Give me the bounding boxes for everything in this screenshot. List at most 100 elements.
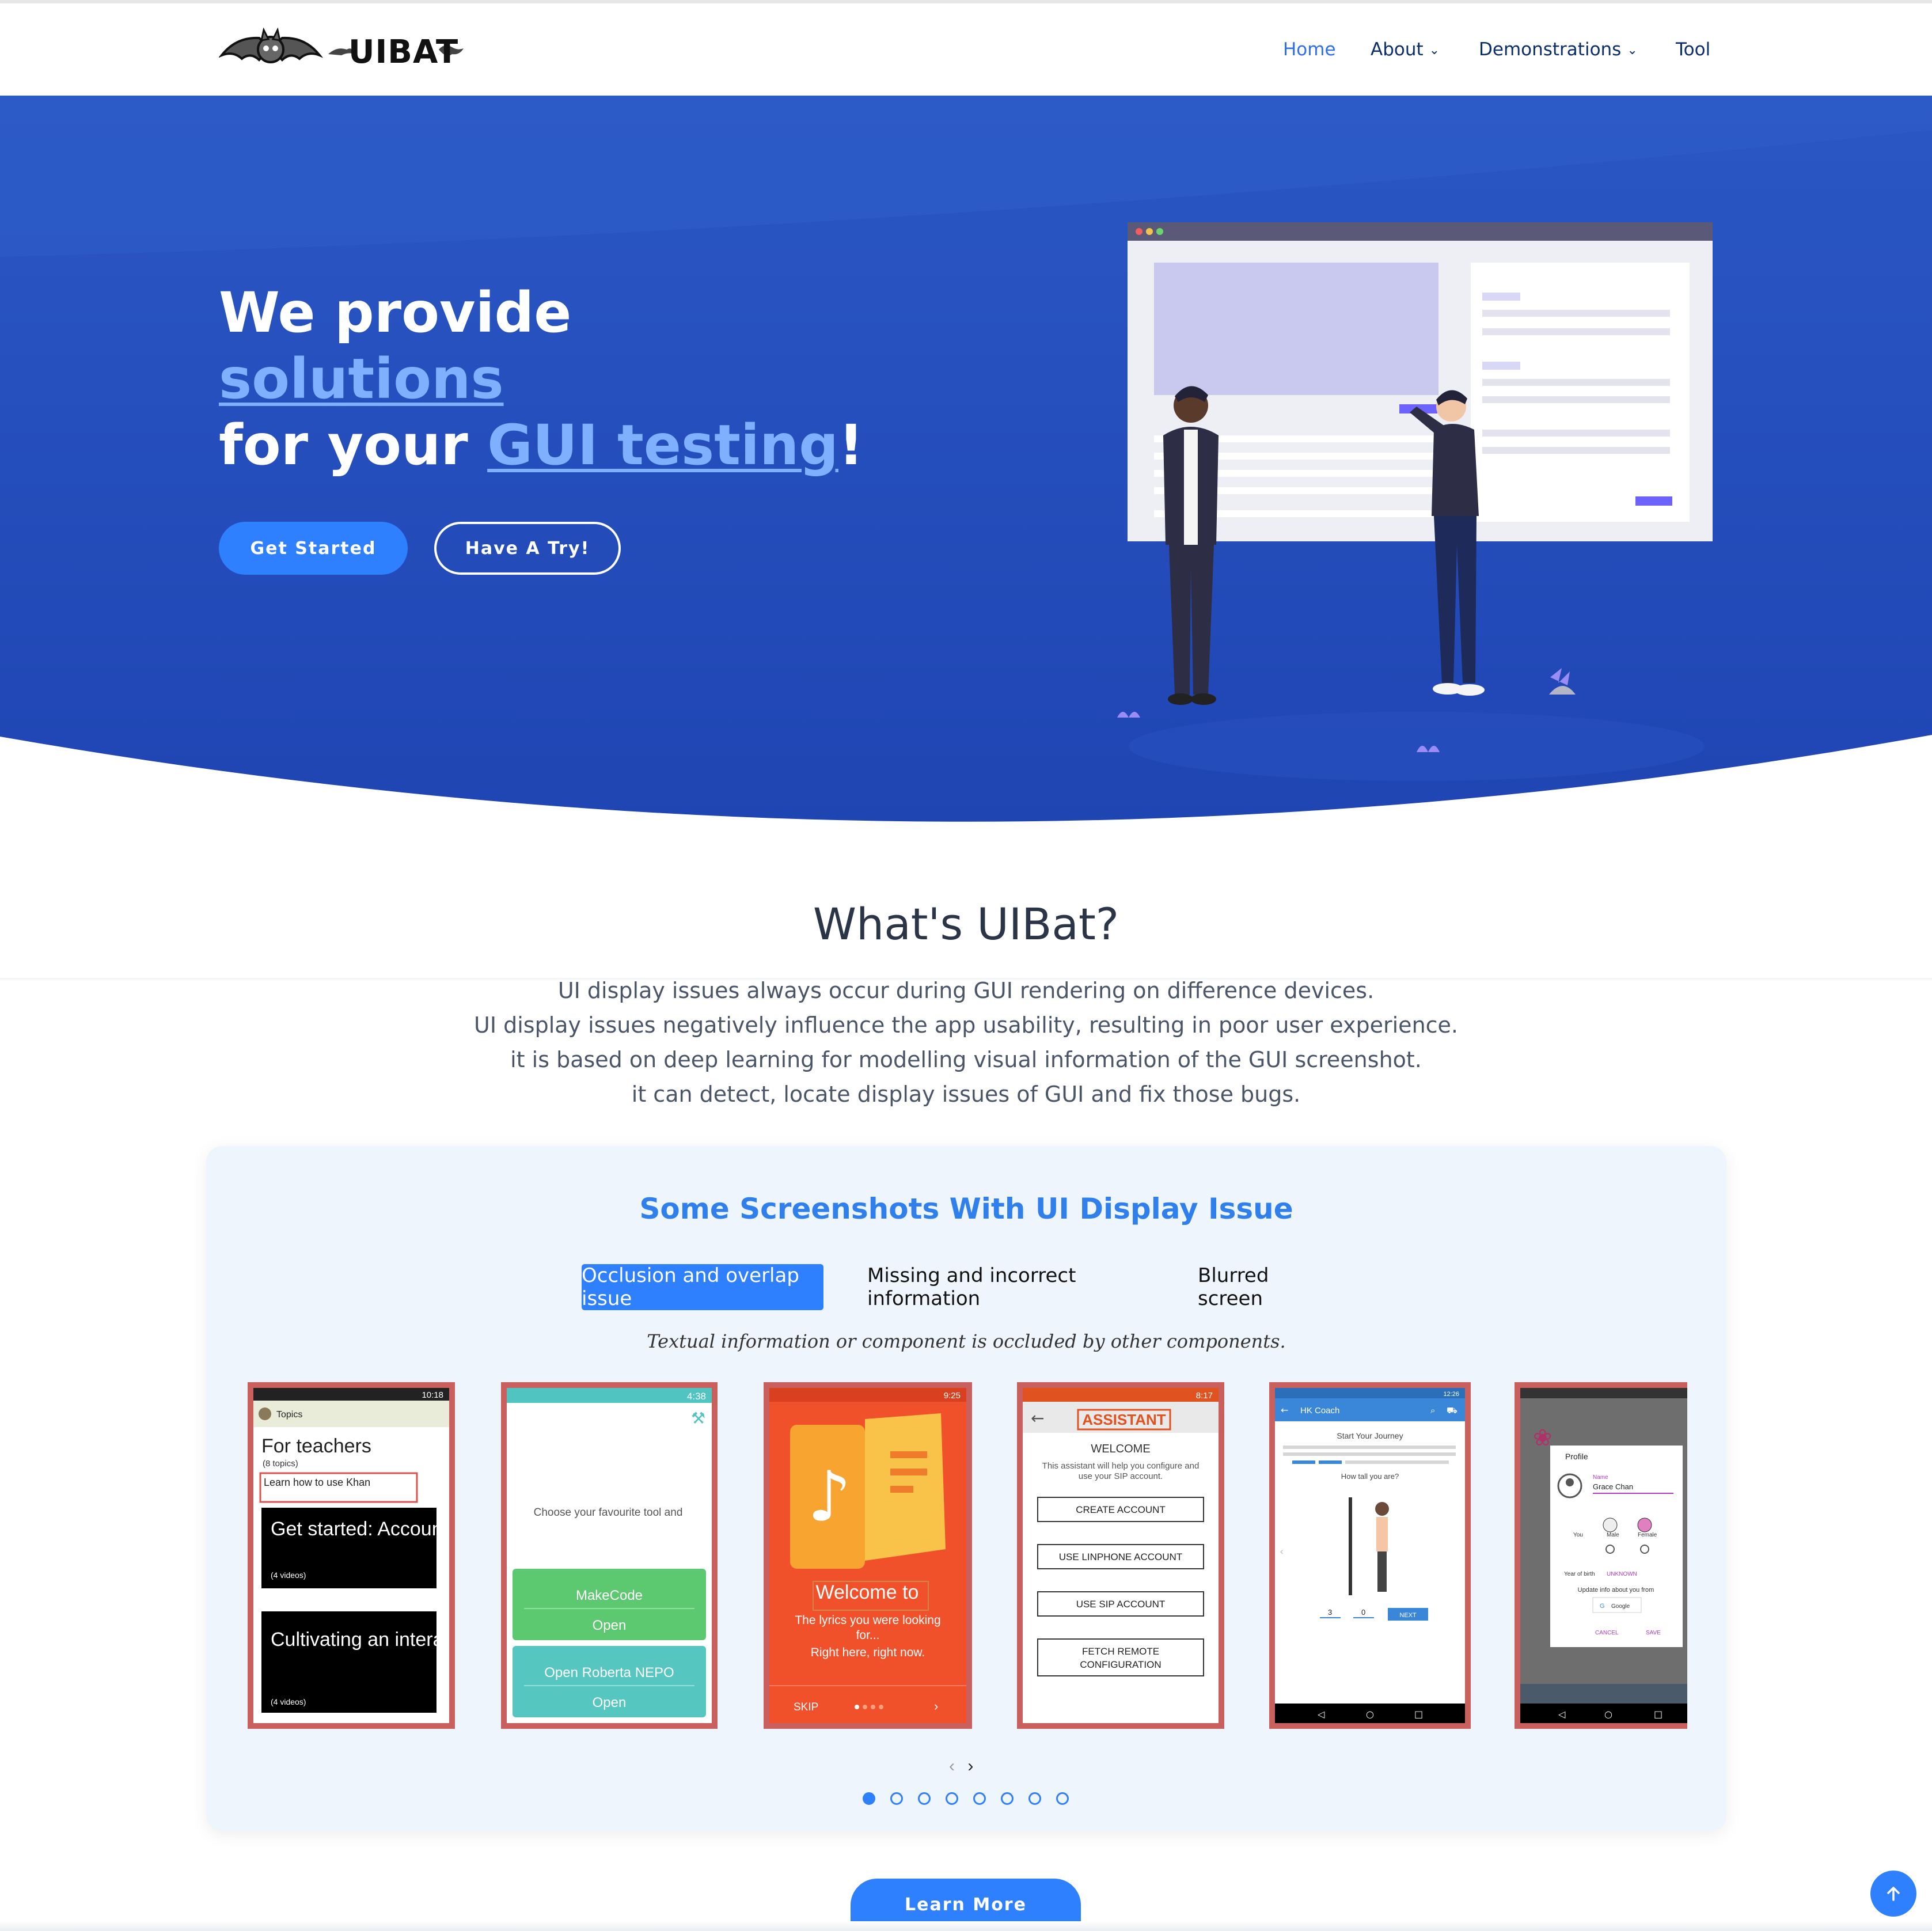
tile-title: Get started: Accounts an... bbox=[271, 1518, 449, 1540]
wrench-icon: ⚒ bbox=[691, 1409, 705, 1428]
question: How tall you are? bbox=[1341, 1472, 1399, 1481]
tab-blurred-screen[interactable]: Blurred screen bbox=[1198, 1264, 1336, 1310]
chevron-down-icon: ⌄ bbox=[1429, 43, 1440, 58]
hero-highlight-solutions: solutions bbox=[219, 347, 504, 411]
female-label: Female bbox=[1638, 1532, 1657, 1538]
get-started-button[interactable]: Get Started bbox=[219, 522, 408, 575]
screenshot-makecode[interactable]: 4:38 ⚒ Choose your favourite tool and Ma… bbox=[501, 1382, 718, 1729]
tagline: for... bbox=[856, 1629, 880, 1642]
status-time: 4:38 bbox=[687, 1391, 706, 1402]
hero-illustration bbox=[1117, 222, 1713, 781]
tab-occlusion-overlap[interactable]: Occlusion and overlap issue bbox=[582, 1264, 823, 1310]
name-label: Name bbox=[1593, 1474, 1608, 1481]
brand-name[interactable]: UIBAT bbox=[348, 33, 458, 71]
status-time: 8:17 bbox=[1196, 1391, 1213, 1401]
screenshots-card: Some Screenshots With UI Display Issue O… bbox=[206, 1146, 1726, 1831]
hero-line-3-prefix: for your bbox=[219, 413, 488, 477]
skip-button: SKIP bbox=[794, 1701, 818, 1713]
screenshot-linphone-assistant[interactable]: 8:17 ← ASSISTANT WELCOME This assistant … bbox=[1017, 1382, 1224, 1729]
chevron-left-icon[interactable]: ‹ bbox=[949, 1757, 955, 1776]
save-button: SAVE bbox=[1646, 1630, 1661, 1636]
about-line: UI display issues always occur during GU… bbox=[557, 978, 1375, 1003]
tool-name: MakeCode bbox=[576, 1588, 643, 1603]
use-linphone-button: USE LINPHONE ACCOUNT bbox=[1059, 1551, 1182, 1562]
pagination-dot[interactable] bbox=[1028, 1792, 1041, 1805]
about-line: UI display issues negatively influence t… bbox=[474, 1012, 1458, 1038]
nav-home-icon: ○ bbox=[1366, 1709, 1374, 1720]
tile-title: Cultivating an interactive... bbox=[271, 1629, 449, 1651]
prompt: Choose your favourite tool and bbox=[534, 1507, 683, 1519]
nav-tool[interactable]: Tool bbox=[1676, 39, 1710, 60]
arrow-up-icon bbox=[1887, 1887, 1900, 1901]
name-value: Grace Chan bbox=[1593, 1482, 1633, 1491]
heading: Start Your Journey bbox=[1337, 1431, 1403, 1440]
carousel-pagination bbox=[863, 1792, 1069, 1805]
back-arrow-icon: ← bbox=[1281, 1405, 1288, 1416]
music-note-icon: ♪ bbox=[807, 1457, 852, 1537]
about-description: UI display issues always occur during GU… bbox=[0, 973, 1932, 1111]
screenshot-khan-academy[interactable]: 10:18 Topics For teachers (8 topics) Lea… bbox=[248, 1382, 455, 1729]
update-info-text: Update info about you from bbox=[1578, 1587, 1654, 1594]
status-time: 9:25 bbox=[944, 1391, 961, 1401]
pagination-dot[interactable] bbox=[1001, 1792, 1014, 1805]
screenshots-title: Some Screenshots With UI Display Issue bbox=[639, 1192, 1293, 1226]
pagination-dot[interactable] bbox=[946, 1792, 958, 1805]
chevron-left-icon: ‹ bbox=[1280, 1546, 1284, 1558]
occluded-link: Learn how to use Khan bbox=[264, 1477, 370, 1488]
tab-missing-incorrect-info[interactable]: Missing and incorrect information bbox=[867, 1264, 1144, 1310]
site-header: UIBAT Home About ⌄ Demonstrations ⌄ Tool bbox=[0, 3, 1932, 96]
scroll-to-top-button[interactable] bbox=[1870, 1871, 1916, 1917]
screenshot-hk-coach[interactable]: 12:26 ← HK Coach ⌕ ⛟ Start Your Journey … bbox=[1269, 1382, 1471, 1729]
hero-highlight-gui-testing: GUI testing bbox=[487, 413, 839, 477]
fetch-remote-button: FETCH REMOTE bbox=[1082, 1646, 1159, 1657]
pagination-dot[interactable] bbox=[918, 1792, 931, 1805]
open-action: Open bbox=[593, 1695, 627, 1710]
pagination-dot[interactable] bbox=[1056, 1792, 1069, 1805]
use-sip-button: USE SIP ACCOUNT bbox=[1076, 1599, 1166, 1610]
nav-about[interactable]: About ⌄ bbox=[1371, 39, 1440, 60]
app-bar-title: HK Coach bbox=[1300, 1406, 1339, 1416]
status-time: 12:26 bbox=[1443, 1391, 1459, 1398]
nav-back-icon: ◁ bbox=[1317, 1709, 1325, 1720]
hero-section: We provide solutions for your GUI testin… bbox=[0, 96, 1932, 839]
description: This assistant will help you configure a… bbox=[1042, 1461, 1200, 1471]
chevron-right-icon[interactable]: › bbox=[967, 1757, 973, 1776]
heading: For teachers bbox=[261, 1435, 371, 1457]
screenshot-profile-dialog[interactable]: ❀ Profile Name Grace Chan You Male Femal… bbox=[1515, 1382, 1687, 1729]
nav-home[interactable]: Home bbox=[1283, 39, 1336, 60]
fetch-remote-button-line2: CONFIGURATION bbox=[1080, 1659, 1161, 1670]
hero-headline: We provide solutions for your GUI testin… bbox=[219, 280, 864, 479]
google-icon: G bbox=[1600, 1603, 1605, 1610]
page-bottom-shade bbox=[0, 1921, 1932, 1931]
google-button: Google bbox=[1611, 1603, 1630, 1610]
pagination-dot[interactable] bbox=[863, 1792, 875, 1805]
status-time: 10:18 bbox=[422, 1390, 443, 1400]
character-icon: ❀ bbox=[1533, 1425, 1553, 1451]
yob-label: Year of birth bbox=[1564, 1571, 1595, 1577]
tool-name: Open Roberta NEPO bbox=[544, 1665, 674, 1680]
back-arrow-icon: ← bbox=[1031, 1409, 1044, 1428]
you-label: You bbox=[1573, 1532, 1583, 1538]
nav-demonstrations-label: Demonstrations bbox=[1479, 39, 1622, 60]
pagination-dot[interactable] bbox=[973, 1792, 986, 1805]
tile-subtitle: (4 videos) bbox=[271, 1697, 306, 1706]
nav-home-icon: ○ bbox=[1604, 1709, 1612, 1720]
nav-demonstrations[interactable]: Demonstrations ⌄ bbox=[1479, 39, 1638, 60]
chevron-down-icon: ⌄ bbox=[1627, 43, 1638, 58]
nav-about-label: About bbox=[1371, 39, 1424, 60]
pagination-dot[interactable] bbox=[890, 1792, 903, 1805]
tile-subtitle: (4 videos) bbox=[271, 1570, 306, 1580]
cart-icon: ⛟ bbox=[1447, 1405, 1457, 1416]
next-arrow: › bbox=[934, 1699, 938, 1713]
have-a-try-button[interactable]: Have A Try! bbox=[434, 522, 621, 575]
hero-line-3-suffix: ! bbox=[838, 413, 864, 477]
welcome-text: WELCOME bbox=[1091, 1443, 1150, 1455]
open-action: Open bbox=[593, 1618, 627, 1633]
screenshot-quicklyric[interactable]: 9:25 ♪ Welcome to The lyrics you were lo… bbox=[764, 1382, 972, 1729]
tagline: Right here, right now. bbox=[811, 1646, 925, 1659]
tab-caption: Textual information or component is occl… bbox=[647, 1330, 1286, 1352]
about-line: it can detect, locate display issues of … bbox=[631, 1082, 1301, 1107]
next-button: NEXT bbox=[1399, 1612, 1417, 1619]
welcome-text: Welcome to bbox=[816, 1581, 919, 1603]
yob-value: UNKNOWN bbox=[1607, 1571, 1637, 1577]
